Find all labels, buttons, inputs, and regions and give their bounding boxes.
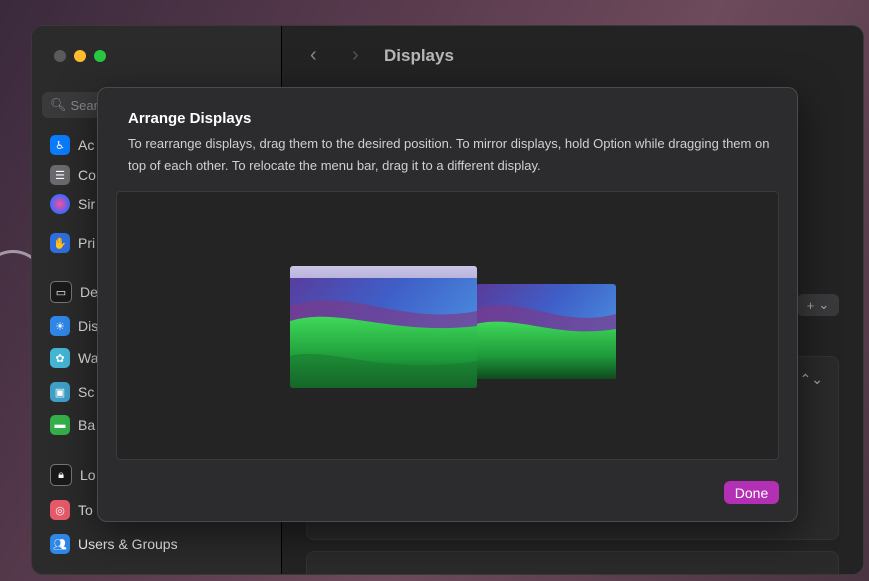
secondary-display[interactable] [476, 284, 616, 379]
sidebar-item-users-groups[interactable]: 👥︎ Users & Groups [50, 532, 178, 556]
sidebar-item-label: To [78, 502, 93, 518]
privacy-hand-icon: ✋ [50, 233, 70, 253]
sidebar-item-accessibility[interactable]: ♿︎ Ac [50, 133, 94, 157]
minimize-button[interactable] [74, 50, 86, 62]
sidebar-item-privacy[interactable]: ✋ Pri [50, 231, 95, 255]
brightness-panel [306, 551, 839, 574]
add-display-button[interactable]: + ⌄ [797, 294, 839, 316]
sidebar-item-touch-id[interactable]: ◎ To [50, 498, 93, 522]
displays-icon: ☀ [50, 316, 70, 336]
sidebar-item-label: Pri [78, 235, 96, 251]
touch-id-icon: ◎ [50, 500, 70, 520]
sidebar-item-label: Wa [78, 350, 99, 366]
lock-screen-icon: 🔒︎ [50, 464, 72, 486]
sidebar-item-desktop-dock[interactable]: ▭ De [50, 280, 98, 304]
up-down-chevron-icon[interactable]: ⌃⌄ [800, 371, 823, 388]
screen-saver-icon: ▣ [50, 382, 70, 402]
sidebar-item-label: Sir [78, 196, 96, 212]
menu-bar-indicator[interactable] [290, 266, 477, 278]
sidebar-item-label: Ba [78, 417, 96, 433]
close-button[interactable] [54, 50, 66, 62]
sidebar-item-label: Dis [78, 318, 99, 334]
forward-chevron-icon[interactable]: › [352, 44, 359, 67]
sidebar-item-screen-saver[interactable]: ▣ Sc [50, 380, 94, 404]
sidebar-item-label: Lo [80, 467, 96, 483]
sidebar-item-label: Ac [78, 137, 95, 153]
main-display[interactable] [290, 266, 477, 388]
wallpaper-image [476, 284, 616, 379]
sidebar-item-siri[interactable]: Sir [50, 192, 95, 216]
sidebar-item-wallpaper[interactable]: ✿ Wa [50, 346, 98, 370]
control-center-icon: ☰ [50, 165, 70, 185]
sidebar-item-label: Users & Groups [78, 536, 178, 552]
search-icon: 🔍︎ [50, 97, 67, 112]
add-label: + [806, 297, 815, 313]
back-chevron-icon[interactable]: ‹ [310, 44, 317, 67]
sidebar-item-label: Sc [78, 384, 95, 400]
users-groups-icon: 👥︎ [50, 534, 70, 554]
done-button[interactable]: Done [724, 481, 779, 504]
display-arrangement-area[interactable] [116, 191, 779, 460]
wallpaper-icon: ✿ [50, 348, 70, 368]
dialog-title: Arrange Displays [128, 110, 252, 127]
accessibility-icon: ♿︎ [50, 135, 70, 155]
chevron-down-icon: ⌄ [818, 297, 830, 312]
dialog-description: To rearrange displays, drag them to the … [128, 136, 770, 173]
page-title: Displays [384, 46, 454, 65]
battery-icon: ▬ [50, 415, 70, 435]
arrange-displays-dialog: Arrange Displays To rearrange displays, … [97, 87, 798, 522]
sidebar-item-label: Co [78, 167, 96, 183]
window-controls [54, 50, 106, 62]
siri-icon [50, 194, 70, 214]
desktop-dock-icon: ▭ [50, 281, 72, 303]
sidebar-item-control-center[interactable]: ☰ Co [50, 163, 96, 187]
zoom-button[interactable] [94, 50, 106, 62]
sidebar-item-label: De [80, 284, 98, 300]
sidebar-item-displays[interactable]: ☀ Dis [39, 312, 272, 340]
sidebar-item-lock-screen[interactable]: 🔒︎ Lo [50, 463, 96, 487]
wallpaper-image [290, 266, 477, 388]
sidebar-item-battery[interactable]: ▬ Ba [50, 413, 95, 437]
